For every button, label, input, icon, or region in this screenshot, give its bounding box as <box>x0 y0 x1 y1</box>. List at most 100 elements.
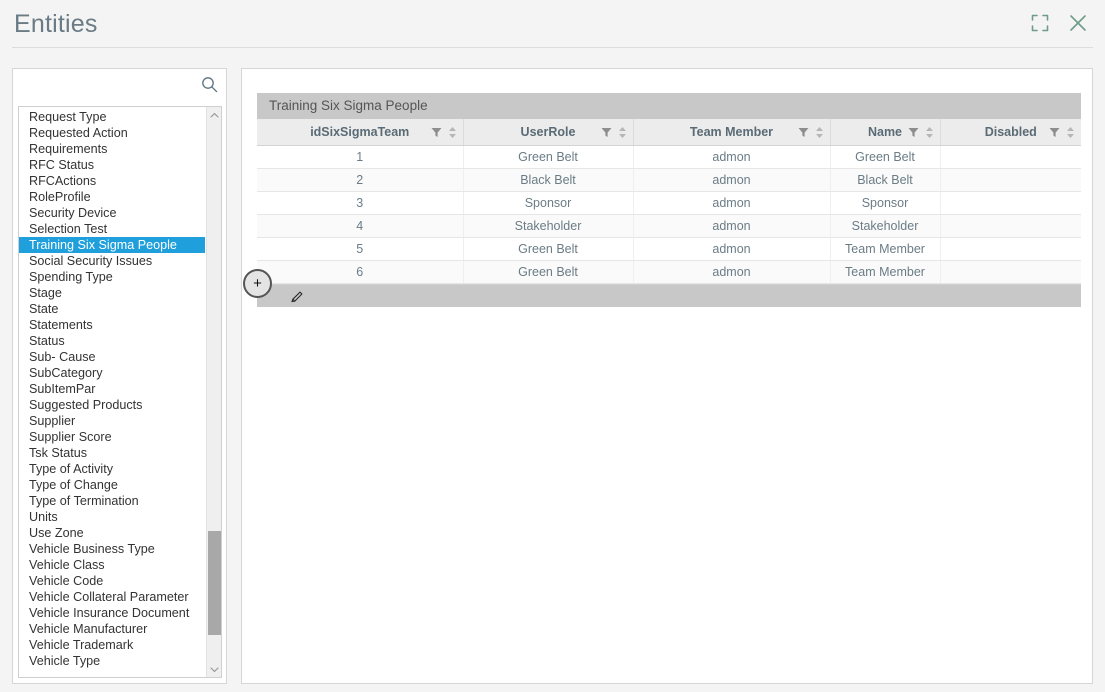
table-cell-idSixSigmaTeam[interactable]: 2 <box>257 168 464 192</box>
table-row[interactable]: 5 Green Belt admon Team Member <box>257 237 1081 261</box>
sidebar-item[interactable]: Vehicle Type <box>19 653 205 669</box>
table-cell-TeamMember[interactable]: admon <box>633 191 831 215</box>
table-cell-Disabled[interactable] <box>940 260 1081 284</box>
sort-icon[interactable] <box>618 126 627 139</box>
table-cell-idSixSigmaTeam[interactable]: 5 <box>257 237 464 261</box>
sidebar-item[interactable]: Requested Action <box>19 125 205 141</box>
table-row[interactable]: 6 Green Belt admon Team Member <box>257 260 1081 284</box>
table-cell-Name[interactable]: Green Belt <box>830 145 941 169</box>
table-cell-idSixSigmaTeam[interactable]: 1 <box>257 145 464 169</box>
sidebar-item[interactable]: Stage <box>19 285 205 301</box>
table-cell-Disabled[interactable] <box>940 191 1081 215</box>
search-icon[interactable] <box>201 76 218 93</box>
sidebar-item[interactable]: Vehicle Class <box>19 557 205 573</box>
sidebar-item[interactable]: SubCategory <box>19 365 205 381</box>
sidebar-item[interactable]: RFC Status <box>19 157 205 173</box>
sidebar-item[interactable]: RFCActions <box>19 173 205 189</box>
table-row[interactable]: 1 Green Belt admon Green Belt <box>257 145 1081 169</box>
table-cell-Disabled[interactable] <box>940 237 1081 261</box>
entity-list[interactable]: Request Type Requested Action Requirements… <box>19 107 205 677</box>
table-cell-Disabled[interactable] <box>940 214 1081 238</box>
table-cell-UserRole[interactable]: Green Belt <box>463 237 634 261</box>
table-cell-Name[interactable]: Team Member <box>830 237 941 261</box>
sidebar-item[interactable]: State <box>19 301 205 317</box>
chevron-down-icon[interactable] <box>207 661 221 677</box>
pencil-icon[interactable] <box>289 289 305 305</box>
table-cell-Disabled[interactable] <box>940 168 1081 192</box>
close-button[interactable] <box>1065 10 1091 36</box>
table-cell-idSixSigmaTeam[interactable]: 3 <box>257 191 464 215</box>
filter-icon[interactable] <box>1049 127 1060 138</box>
sidebar-item[interactable]: Sub- Cause <box>19 349 205 365</box>
expand-icon <box>1031 14 1049 32</box>
filter-icon[interactable] <box>798 127 809 138</box>
sidebar-item[interactable]: Vehicle Collateral Parameter <box>19 589 205 605</box>
sort-icon[interactable] <box>925 126 934 139</box>
sidebar-item[interactable]: Security Device <box>19 205 205 221</box>
table-cell-Name[interactable]: Stakeholder <box>830 214 941 238</box>
sidebar-item[interactable]: Type of Activity <box>19 461 205 477</box>
grid-column-header[interactable]: Name <box>830 119 941 146</box>
sidebar-item[interactable]: Request Type <box>19 109 205 125</box>
entity-list-scrollbar[interactable] <box>206 107 221 677</box>
grid-column-header[interactable]: idSixSigmaTeam <box>257 119 464 146</box>
table-cell-UserRole[interactable]: Black Belt <box>463 168 634 192</box>
sidebar-item[interactable]: Vehicle Business Type <box>19 541 205 557</box>
filter-icon[interactable] <box>431 127 442 138</box>
sidebar-item[interactable]: Suggested Products <box>19 397 205 413</box>
table-row[interactable]: 3 Sponsor admon Sponsor <box>257 191 1081 215</box>
table-row[interactable]: 4 Stakeholder admon Stakeholder <box>257 214 1081 238</box>
table-cell-TeamMember[interactable]: admon <box>633 260 831 284</box>
sidebar-item[interactable]: Vehicle Trademark <box>19 637 205 653</box>
sidebar-item[interactable]: Units <box>19 509 205 525</box>
table-cell-TeamMember[interactable]: admon <box>633 237 831 261</box>
sidebar-item[interactable]: Supplier <box>19 413 205 429</box>
sort-icon[interactable] <box>815 126 824 139</box>
table-cell-UserRole[interactable]: Green Belt <box>463 260 634 284</box>
table-cell-Name[interactable]: Black Belt <box>830 168 941 192</box>
sidebar-item[interactable]: Use Zone <box>19 525 205 541</box>
sidebar-item[interactable]: Selection Test <box>19 221 205 237</box>
sidebar-item[interactable]: Vehicle Manufacturer <box>19 621 205 637</box>
table-row[interactable]: 2 Black Belt admon Black Belt <box>257 168 1081 192</box>
sort-icon[interactable] <box>448 126 457 139</box>
search-input[interactable] <box>14 70 225 100</box>
sidebar-item[interactable]: Training Six Sigma People <box>19 237 205 253</box>
sidebar-item[interactable]: Tsk Status <box>19 445 205 461</box>
sort-icon[interactable] <box>1066 126 1075 139</box>
sidebar-item[interactable]: Type of Change <box>19 477 205 493</box>
sidebar-item[interactable]: Social Security Issues <box>19 253 205 269</box>
grid-column-header[interactable]: Disabled <box>940 119 1081 146</box>
sidebar-item[interactable]: Status <box>19 333 205 349</box>
table-cell-UserRole[interactable]: Green Belt <box>463 145 634 169</box>
chevron-up-icon[interactable] <box>207 107 221 123</box>
filter-icon[interactable] <box>908 127 919 138</box>
scrollbar-thumb[interactable] <box>208 531 221 635</box>
sidebar-item[interactable]: Vehicle Insurance Document <box>19 605 205 621</box>
grid-column-label: Team Member <box>689 125 774 139</box>
sidebar-item[interactable]: RoleProfile <box>19 189 205 205</box>
table-cell-idSixSigmaTeam[interactable]: 4 <box>257 214 464 238</box>
table-cell-TeamMember[interactable]: admon <box>633 214 831 238</box>
sidebar-item[interactable]: Supplier Score <box>19 429 205 445</box>
sidebar-item[interactable]: SubItemPar <box>19 381 205 397</box>
table-cell-Name[interactable]: Team Member <box>830 260 941 284</box>
sidebar-item[interactable]: Statements <box>19 317 205 333</box>
table-cell-Disabled[interactable] <box>940 145 1081 169</box>
sidebar-item[interactable]: Spending Type <box>19 269 205 285</box>
table-cell-Name[interactable]: Sponsor <box>830 191 941 215</box>
sidebar-item[interactable]: Vehicle Code <box>19 573 205 589</box>
filter-icon[interactable] <box>601 127 612 138</box>
maximize-button[interactable] <box>1027 10 1053 36</box>
table-cell-UserRole[interactable]: Sponsor <box>463 191 634 215</box>
grid-column-header[interactable]: UserRole <box>463 119 634 146</box>
add-row-button[interactable]: + <box>243 269 272 298</box>
grid-column-header[interactable]: Team Member <box>633 119 831 146</box>
table-cell-TeamMember[interactable]: admon <box>633 168 831 192</box>
sidebar-item[interactable]: Type of Termination <box>19 493 205 509</box>
grid-body: 1 Green Belt admon Green Belt 2 Black Belt adm… <box>257 145 1081 284</box>
table-cell-idSixSigmaTeam[interactable]: 6 <box>257 260 464 284</box>
sidebar-item[interactable]: Requirements <box>19 141 205 157</box>
table-cell-UserRole[interactable]: Stakeholder <box>463 214 634 238</box>
table-cell-TeamMember[interactable]: admon <box>633 145 831 169</box>
